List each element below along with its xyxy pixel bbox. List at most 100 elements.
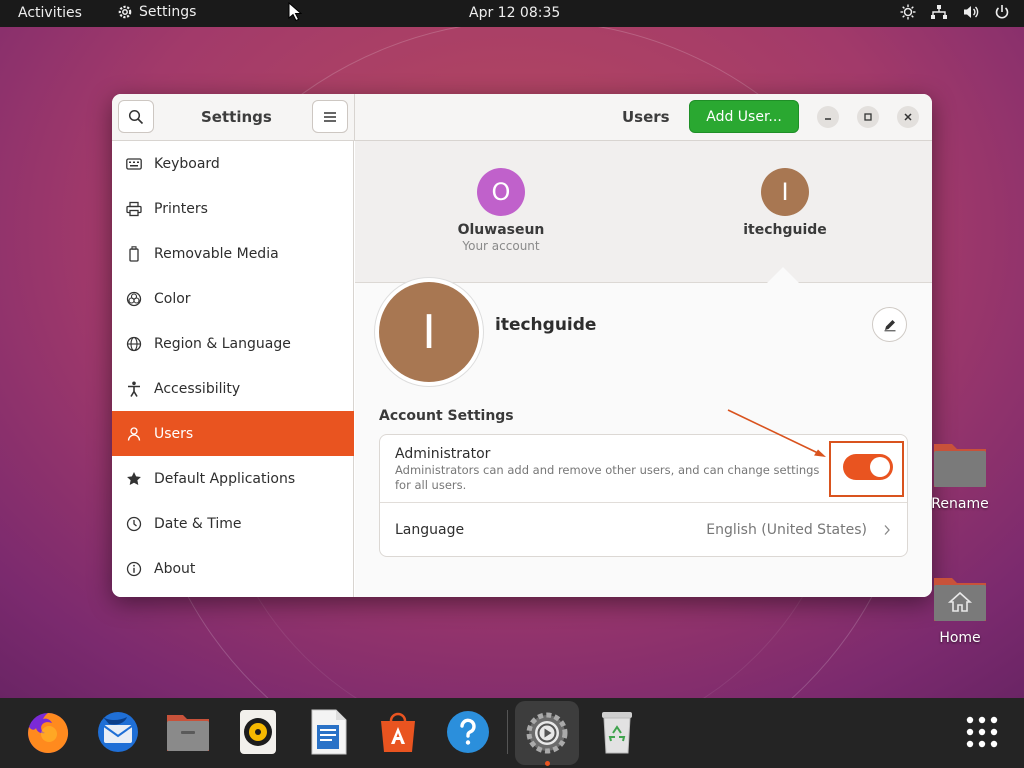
star-icon <box>127 471 141 485</box>
sidebar-item-label: Color <box>154 290 191 307</box>
add-user-button[interactable]: Add User... <box>689 100 799 133</box>
desktop-folder-rename[interactable]: Rename <box>925 438 995 512</box>
clock[interactable]: Apr 12 08:35 <box>469 5 560 21</box>
row-divider <box>380 502 907 503</box>
close-icon <box>904 113 912 121</box>
sidebar-item-default-applications[interactable]: Default Applications <box>112 456 354 501</box>
sidebar-item-label: Removable Media <box>154 245 279 262</box>
user-avatar-oluwaseun[interactable]: O <box>477 168 525 216</box>
dock-trash[interactable] <box>593 708 641 756</box>
edit-name-button[interactable] <box>872 307 907 342</box>
info-icon <box>126 561 142 576</box>
network-icon <box>931 5 947 19</box>
maximize-button[interactable] <box>857 106 879 128</box>
sidebar-item-region-language[interactable]: Region & Language <box>112 321 354 366</box>
dock-files[interactable] <box>164 708 212 756</box>
sidebar-item-label: About <box>154 560 196 577</box>
dock-ubuntu-software[interactable] <box>374 708 422 756</box>
search-icon <box>128 109 144 124</box>
app-menu[interactable]: Settings <box>117 4 196 20</box>
sidebar-item-accessibility[interactable]: Accessibility <box>112 366 354 411</box>
mouse-pointer-icon <box>288 2 302 22</box>
sidebar-item-removable-media[interactable]: Removable Media <box>112 231 354 276</box>
user-subtitle: Your account <box>462 239 540 253</box>
menu-button[interactable] <box>312 100 348 133</box>
sidebar-item-label: Default Applications <box>154 470 296 487</box>
close-button[interactable] <box>897 106 919 128</box>
highlight-box <box>829 441 904 497</box>
settings-icon <box>526 712 568 754</box>
settings-window: Settings Users Add User... Keyboard Prin… <box>112 94 932 597</box>
system-tray[interactable] <box>900 4 1010 20</box>
users-icon <box>127 426 141 441</box>
dock-firefox[interactable] <box>24 708 72 756</box>
sidebar-item-printers[interactable]: Printers <box>112 186 354 231</box>
running-indicator <box>545 761 550 766</box>
home-folder-icon <box>934 578 986 621</box>
pencil-icon <box>884 319 895 331</box>
avatar-initial: O <box>491 178 511 206</box>
user-name-itechguide: itechguide <box>743 222 827 238</box>
rhythmbox-icon <box>240 710 276 754</box>
settings-sidebar: Keyboard Printers Removable Media Color … <box>112 141 354 597</box>
sidebar-item-label: Region & Language <box>154 335 291 352</box>
help-icon <box>447 711 489 753</box>
dock-settings[interactable] <box>515 701 579 765</box>
carousel-selection-notch <box>767 267 799 283</box>
sidebar-item-users[interactable]: Users <box>112 411 354 456</box>
app-name: Settings <box>139 4 197 20</box>
brightness-icon <box>900 4 916 20</box>
dock-thunderbird[interactable] <box>94 708 142 756</box>
gear-icon <box>118 5 132 19</box>
dock-separator <box>507 710 508 754</box>
selected-user-avatar[interactable]: I <box>379 282 479 382</box>
panel-title: Users <box>622 108 670 126</box>
sidebar-item-label: Date & Time <box>154 515 242 532</box>
firefox-icon <box>28 712 69 753</box>
desktop-folder-home[interactable]: Home <box>925 572 995 646</box>
thunderbird-icon <box>98 712 138 752</box>
administrator-label: Administrator <box>395 446 491 462</box>
software-icon <box>381 712 415 752</box>
dock-help[interactable] <box>444 708 492 756</box>
libreoffice-writer-icon <box>311 709 347 755</box>
sidebar-item-keyboard[interactable]: Keyboard <box>112 141 354 186</box>
trash-icon <box>602 712 632 754</box>
chevron-right-icon <box>884 525 890 535</box>
header-bar: Settings Users Add User... <box>112 94 932 141</box>
sidebar-item-date-time[interactable]: Date & Time <box>112 501 354 546</box>
users-panel: O Oluwaseun Your account I itechguide I … <box>355 141 932 597</box>
activities-button[interactable]: Activities <box>18 5 82 21</box>
minimize-button[interactable] <box>817 106 839 128</box>
maximize-icon <box>864 113 872 121</box>
language-label: Language <box>395 522 465 538</box>
sidebar-item-about[interactable]: About <box>112 546 354 591</box>
annotation-arrow <box>727 409 826 457</box>
user-avatar-itechguide[interactable]: I <box>761 168 809 216</box>
user-name-oluwaseun: Oluwaseun <box>457 222 545 238</box>
desktop-folder-label: Rename <box>931 496 989 512</box>
account-settings-title: Account Settings <box>379 408 514 424</box>
search-button[interactable] <box>118 100 154 133</box>
dock-rhythmbox[interactable] <box>234 708 282 756</box>
dock-show-apps[interactable] <box>958 708 1006 756</box>
dock-libreoffice-writer[interactable] <box>304 708 352 756</box>
avatar-initial: I <box>422 305 436 359</box>
sidebar-item-label: Accessibility <box>154 380 241 397</box>
clock-icon <box>126 516 142 531</box>
sidebar-item-label: Printers <box>154 200 208 217</box>
dock <box>0 698 1024 768</box>
sidebar-item-color[interactable]: Color <box>112 276 354 321</box>
sidebar-item-label: Keyboard <box>154 155 220 172</box>
globe-icon <box>126 336 142 351</box>
removable-media-icon <box>129 245 139 262</box>
user-carousel: O Oluwaseun Your account I itechguide <box>355 141 932 283</box>
volume-icon <box>964 6 979 18</box>
keyboard-icon <box>126 157 142 170</box>
selected-user-name: itechguide <box>495 315 597 335</box>
top-bar: Activities Settings Apr 12 08:35 <box>0 0 1024 27</box>
show-apps-icon <box>966 716 998 748</box>
printer-icon <box>126 201 142 216</box>
files-icon <box>167 715 209 751</box>
accessibility-icon <box>128 381 140 397</box>
